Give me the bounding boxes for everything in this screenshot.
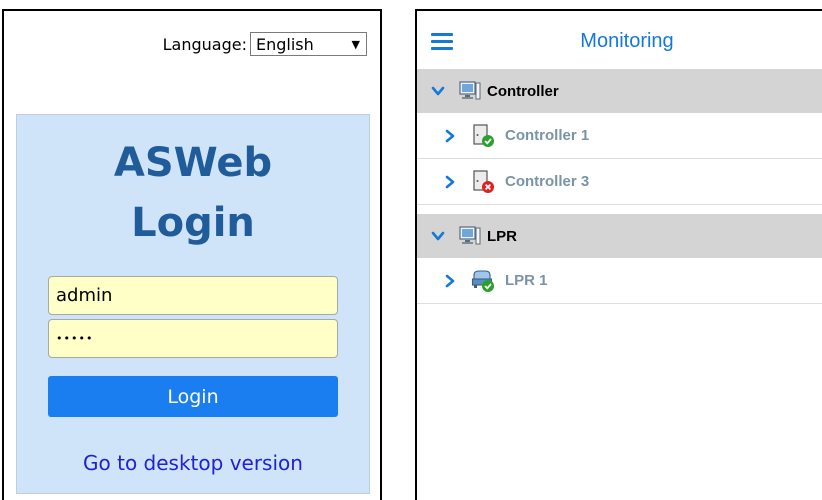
language-label: Language:	[162, 34, 247, 54]
hamburger-menu-icon[interactable]	[431, 33, 453, 51]
door-controller-error-icon	[473, 169, 494, 193]
login-title-app: ASWeb	[113, 140, 273, 186]
group-header-controller[interactable]: Controller	[417, 69, 822, 113]
password-input[interactable]: •••••	[48, 319, 338, 358]
chevron-right-icon	[445, 129, 455, 142]
door-controller-ok-icon	[473, 123, 494, 147]
tree-item-label: Controller 3	[505, 173, 590, 190]
tree-item-lpr-1[interactable]: LPR 1	[417, 258, 822, 304]
language-select[interactable]: English ▼	[250, 32, 367, 56]
tree-item-label: Controller 1	[505, 127, 590, 144]
dropdown-arrow-icon: ▼	[351, 37, 360, 51]
chevron-down-icon	[431, 86, 445, 96]
tree-item-controller-3[interactable]: Controller 3	[417, 159, 822, 205]
tree-item-label: LPR 1	[505, 272, 548, 289]
monitoring-panel: Monitoring Controller Controller 1 Contr…	[415, 9, 822, 500]
monitoring-header: Monitoring	[417, 11, 822, 69]
chevron-right-icon	[445, 175, 455, 188]
group-label: LPR	[487, 227, 517, 245]
language-select-value: English	[256, 34, 314, 54]
login-panel: Language: English ▼ ASWeb Login admin ••…	[2, 9, 382, 500]
chevron-down-icon	[431, 231, 445, 241]
login-button[interactable]: Login	[48, 376, 338, 417]
chevron-right-icon	[445, 274, 455, 287]
page-title: Monitoring	[580, 30, 674, 52]
desktop-version-link[interactable]: Go to desktop version	[17, 451, 369, 475]
lpr-device-ok-icon	[471, 269, 494, 292]
computer-icon	[459, 226, 481, 245]
login-title-login: Login	[131, 200, 255, 246]
username-input[interactable]: admin	[48, 276, 338, 315]
language-row: Language: English ▼	[163, 32, 367, 56]
login-box: ASWeb Login admin ••••• Login Go to desk…	[16, 114, 370, 494]
group-label: Controller	[487, 82, 559, 100]
computer-icon	[459, 81, 481, 100]
tree-item-controller-1[interactable]: Controller 1	[417, 113, 822, 159]
group-header-lpr[interactable]: LPR	[417, 214, 822, 258]
